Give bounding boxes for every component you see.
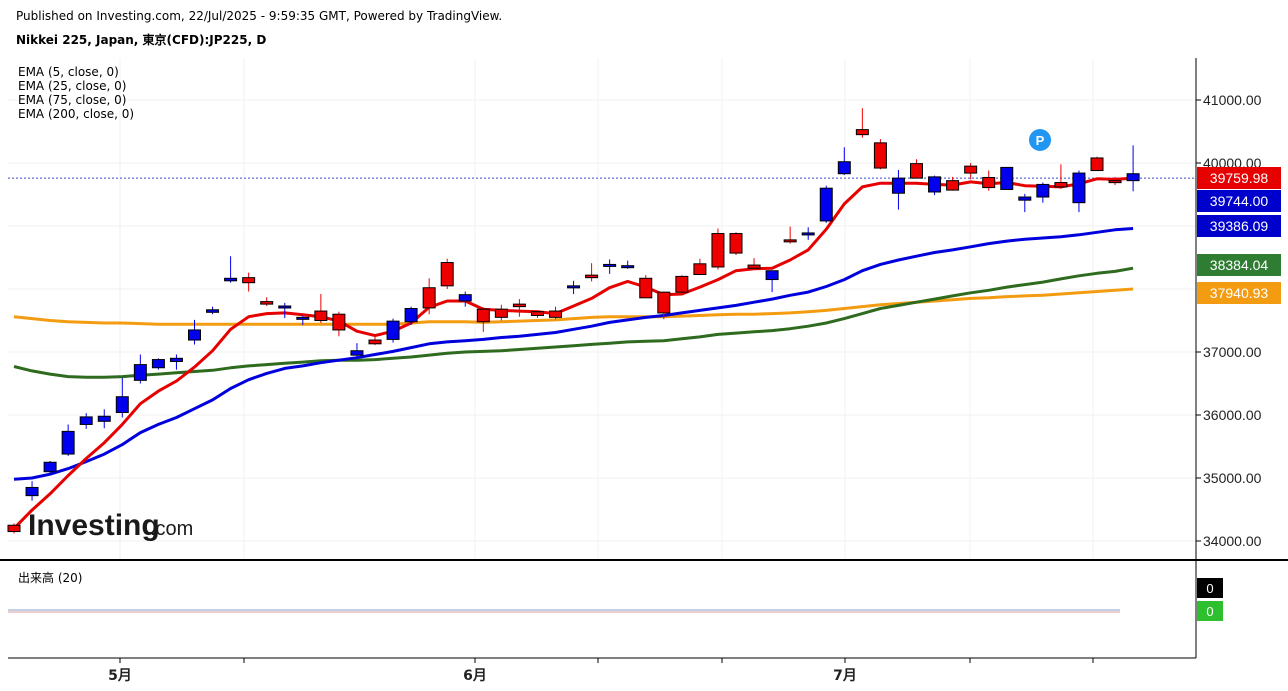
y-tick-label: 37000.00	[1203, 344, 1262, 360]
ema-lines	[12, 176, 1134, 530]
candle-body	[585, 274, 599, 279]
candle-body	[260, 301, 274, 305]
candle-body	[151, 359, 165, 369]
candle-body	[1108, 180, 1122, 184]
candle-body	[711, 233, 725, 268]
candle-body	[43, 461, 57, 473]
svg-text:0: 0	[1206, 581, 1213, 596]
x-tick-label: 7月	[833, 668, 857, 684]
candle-body	[386, 320, 400, 340]
y-tick-label: 41000.00	[1203, 92, 1262, 108]
candle-body	[206, 309, 220, 313]
candle-body	[332, 313, 346, 331]
candle-body	[747, 264, 761, 269]
candle-body	[530, 311, 544, 316]
svg-text:0: 0	[1206, 604, 1213, 619]
candle-body	[639, 277, 653, 299]
candle-body	[567, 285, 581, 289]
svg-text:P: P	[1036, 133, 1045, 148]
price-tag-label: 38384.04	[1210, 257, 1269, 273]
candle-body	[946, 180, 960, 191]
candle-body	[296, 316, 310, 320]
candle-body	[1000, 166, 1014, 190]
candle-body	[422, 287, 436, 309]
ema-legend: EMA (5, close, 0) EMA (25, close, 0) EMA…	[18, 65, 134, 121]
ema25-line	[13, 227, 1134, 481]
x-axis-ticks: 5月 6月 7月	[108, 658, 1094, 684]
x-tick-label: 6月	[463, 668, 487, 684]
legend-ema200: EMA (200, close, 0)	[18, 107, 135, 121]
candle-body	[1072, 172, 1086, 204]
price-chart[interactable]: P 41000.0040000.0037000.0036000.0035000.…	[0, 0, 1288, 691]
candle-body	[801, 232, 815, 236]
candle-body	[61, 430, 75, 455]
candle-body	[855, 129, 869, 136]
candle-body	[79, 416, 93, 425]
candle-body	[25, 486, 39, 497]
chart-grid	[8, 58, 1196, 560]
price-tags: 39759.98 39744.00 39386.09 38384.04 37940.93	[1197, 167, 1281, 304]
ema5-line	[12, 176, 1134, 530]
candle-body	[693, 263, 707, 276]
candle-body	[7, 524, 21, 533]
candle-body	[368, 339, 382, 345]
candle-body	[494, 308, 508, 318]
legend-ema25: EMA (25, close, 0)	[18, 79, 127, 93]
y-tick-label: 34000.00	[1203, 533, 1262, 549]
candle-body	[675, 275, 689, 293]
candle-body	[476, 308, 490, 323]
candle-body	[910, 163, 923, 179]
candle-body	[1090, 157, 1104, 172]
price-tag-label: 37940.93	[1210, 285, 1269, 301]
candle-body	[133, 364, 147, 381]
candle-body	[837, 161, 851, 175]
candle-body	[115, 396, 129, 413]
candle-body	[440, 262, 454, 287]
candle-body	[314, 310, 328, 321]
candle-body	[549, 310, 562, 318]
candle-body	[97, 415, 111, 422]
candle-body	[404, 308, 418, 323]
volume-legend: 出来高 (20)	[18, 571, 83, 585]
candle-body	[1018, 196, 1032, 201]
candle-body	[657, 291, 671, 314]
candle-body	[188, 329, 201, 341]
candle-body	[982, 176, 996, 189]
y-axis-ticks: 41000.0040000.0037000.0036000.0035000.00…	[1196, 92, 1262, 549]
candle-body	[873, 142, 887, 169]
price-tag-label: 39744.00	[1210, 193, 1269, 209]
candle-body	[512, 303, 526, 308]
candle-body	[1054, 182, 1068, 188]
legend-ema5: EMA (5, close, 0)	[18, 65, 119, 79]
y-tick-label: 35000.00	[1203, 470, 1262, 486]
candle-body	[819, 187, 833, 222]
candle-body	[278, 305, 292, 309]
axes	[0, 58, 1288, 659]
candle-body	[603, 263, 617, 267]
price-tag-label: 39759.98	[1210, 170, 1269, 186]
candle-body	[783, 239, 797, 243]
svg-text:Investing: Investing	[28, 509, 160, 542]
investing-logo: Investing .com	[28, 509, 193, 542]
candle-body	[1126, 173, 1140, 182]
svg-text:.com: .com	[150, 518, 193, 540]
legend-ema75: EMA (75, close, 0)	[18, 93, 127, 107]
candle-body	[891, 177, 905, 194]
candle-body	[964, 165, 978, 174]
candle-body	[350, 350, 364, 356]
candles	[7, 108, 1140, 534]
candle-body	[224, 277, 238, 282]
candle-body	[242, 277, 256, 284]
price-tag-label: 39386.09	[1210, 218, 1269, 234]
candle-body	[928, 176, 942, 193]
candle-body	[1036, 183, 1050, 198]
candle-body	[458, 294, 472, 302]
candle-body	[765, 270, 779, 281]
y-tick-label: 36000.00	[1203, 407, 1262, 423]
candle-body	[621, 265, 635, 269]
candle-body	[169, 357, 183, 362]
candle-body	[729, 233, 743, 254]
x-tick-label: 5月	[108, 668, 132, 684]
